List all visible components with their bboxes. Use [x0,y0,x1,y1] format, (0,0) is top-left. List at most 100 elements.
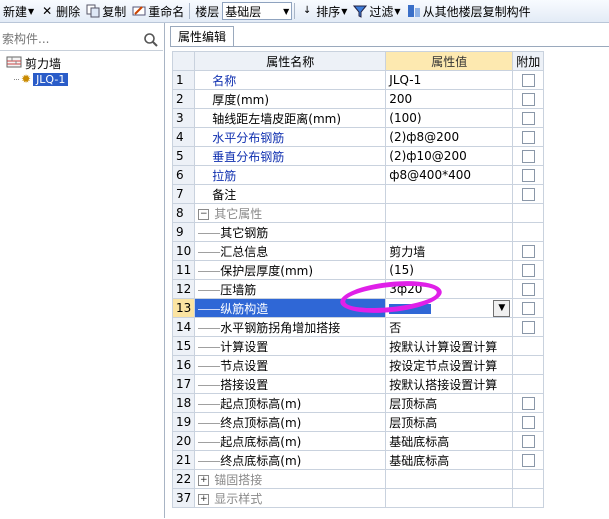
table-row[interactable]: 15 计算设置 按默认计算设置计算 [171,336,545,356]
search-input[interactable] [0,30,139,48]
delete-icon: ✕ [42,4,53,18]
new-label: 新建 [3,4,28,19]
table-row[interactable]: 2 厚度(mm) 200 [171,89,545,109]
collapse-icon[interactable]: − [198,208,210,220]
sort-button[interactable]: ↓ 排序 ▼ [297,1,350,21]
table-row[interactable]: 10 汇总信息 剪力墙 [171,241,545,261]
property-value[interactable]: 按设定节点设置计算 [385,355,514,375]
extra-checkbox[interactable] [521,169,535,182]
table-row[interactable]: 16 节点设置 按设定节点设置计算 [171,355,545,375]
property-name: 拉筋 [194,165,387,185]
table-row[interactable]: 19 终点顶标高(m) 层顶标高 [171,412,545,432]
property-value[interactable]: 200 [385,89,514,109]
table-row[interactable]: 17 搭接设置 按默认搭接设置计算 [171,374,545,394]
table-row[interactable]: 12 压墙筋 3ф20 [171,279,545,299]
table-row[interactable]: 7 备注 [171,184,545,204]
extra-checkbox[interactable] [521,283,535,296]
table-row[interactable]: 20 起点底标高(m) 基础底标高 [171,431,545,451]
table-row[interactable]: 6 拉筋 ф8@400*400 [171,165,545,185]
property-value[interactable]: 按默认计算设置计算 [385,336,514,356]
extra-cell [512,450,545,470]
property-name: 名称 [194,70,387,90]
property-value[interactable]: 3ф20 [385,279,514,299]
search-icon[interactable] [142,31,160,49]
table-row[interactable]: 9 其它钢筋 [171,222,545,242]
extra-cell [512,469,545,489]
property-value[interactable]: JLQ-1 [385,70,514,90]
extra-checkbox[interactable] [521,454,535,467]
property-value[interactable] [385,184,514,204]
property-value[interactable]: (2)ф10@200 [385,146,514,166]
property-value[interactable]: (2)ф8@200 [385,127,514,147]
property-name-text: 压墙筋 [220,282,257,297]
extra-checkbox[interactable] [521,188,535,201]
expand-icon[interactable]: + [198,474,210,486]
table-row-selected[interactable]: 13 纵筋构造 ▼ [171,298,545,318]
property-value[interactable]: 层顶标高 [385,412,514,432]
property-value[interactable]: 基础底标高 [385,450,514,470]
table-row[interactable]: 18 起点顶标高(m) 层顶标高 [171,393,545,413]
extra-checkbox[interactable] [521,112,535,125]
tree-line [198,327,221,329]
table-row[interactable]: 1 名称 JLQ-1 [171,70,545,90]
table-row[interactable]: 11 保护层厚度(mm) (15) [171,260,545,280]
rename-button[interactable]: 重命名 [129,1,187,21]
row-number: 8 [171,203,196,223]
tree-node-shear-wall[interactable]: 剪力墙 [6,55,61,71]
extra-checkbox[interactable] [521,131,535,144]
property-value[interactable]: 否 [385,317,514,337]
copy-icon [86,4,100,18]
property-value[interactable]: ф8@400*400 [385,165,514,185]
property-name-text: 拉筋 [212,168,237,183]
extra-checkbox[interactable] [521,397,535,410]
extra-checkbox[interactable] [521,74,535,87]
chevron-down-icon: ▼ [28,6,35,16]
floor-select[interactable]: 基础层 ▼ [222,2,293,20]
table-row[interactable]: 21 终点底标高(m) 基础底标高 [171,450,545,470]
table-row[interactable]: 14 水平钢筋拐角增加搭接 否 [171,317,545,337]
extra-checkbox[interactable] [521,302,535,315]
extra-checkbox[interactable] [521,93,535,106]
property-value[interactable]: 剪力墙 [385,241,514,261]
extra-checkbox[interactable] [521,321,535,334]
tab-property-edit[interactable]: 属性编辑 [170,26,234,47]
property-value[interactable]: 层顶标高 [385,393,514,413]
table-row-group[interactable]: 37 + 显示样式 [171,488,545,508]
property-value[interactable]: (100) [385,108,514,128]
table-row[interactable]: 5 垂直分布钢筋 (2)ф10@200 [171,146,545,166]
property-value[interactable]: 基础底标高 [385,431,514,451]
expand-icon[interactable]: + [198,493,210,505]
filter-button[interactable]: 过滤 ▼ [350,1,403,21]
property-name: − 其它属性 [194,203,387,223]
property-value[interactable]: (15) [385,260,514,280]
extra-checkbox[interactable] [521,435,535,448]
layers-icon [407,4,421,18]
extra-checkbox[interactable] [521,245,535,258]
copy-from-floor-button[interactable]: 从其他楼层复制构件 [404,1,534,21]
extra-checkbox[interactable] [521,264,535,277]
table-row[interactable]: 4 水平分布钢筋 (2)ф8@200 [171,127,545,147]
extra-cell [512,89,545,109]
new-button[interactable]: 新建 ▼ [0,1,37,21]
chevron-down-icon[interactable]: ▼ [493,300,511,317]
copy-button[interactable]: 复制 [83,1,129,21]
extra-cell [512,108,545,128]
row-number: 17 [171,374,196,394]
table-row-group[interactable]: 8 − 其它属性 [171,203,545,223]
property-name: 轴线距左墙皮距离(mm) [194,108,387,128]
table-row[interactable]: 3 轴线距左墙皮距离(mm) (100) [171,108,545,128]
property-name-text: 其它属性 [214,206,263,221]
tree-node-jlq-1[interactable]: ✹ JLQ-1 [14,71,69,87]
property-value[interactable] [385,222,514,242]
extra-checkbox[interactable] [521,416,535,429]
property-name: 保护层厚度(mm) [194,260,387,280]
row-number: 16 [171,355,196,375]
delete-button[interactable]: ✕ 删除 [37,1,83,21]
extra-checkbox[interactable] [521,150,535,163]
property-value-dropdown[interactable]: ▼ [385,298,514,318]
tree-node-label: 剪力墙 [25,56,62,71]
floor-label: 楼层 [192,1,222,21]
table-row-group[interactable]: 22 + 锚固搭接 [171,469,545,489]
property-value[interactable]: 按默认搭接设置计算 [385,374,514,394]
tree-line [198,365,221,367]
